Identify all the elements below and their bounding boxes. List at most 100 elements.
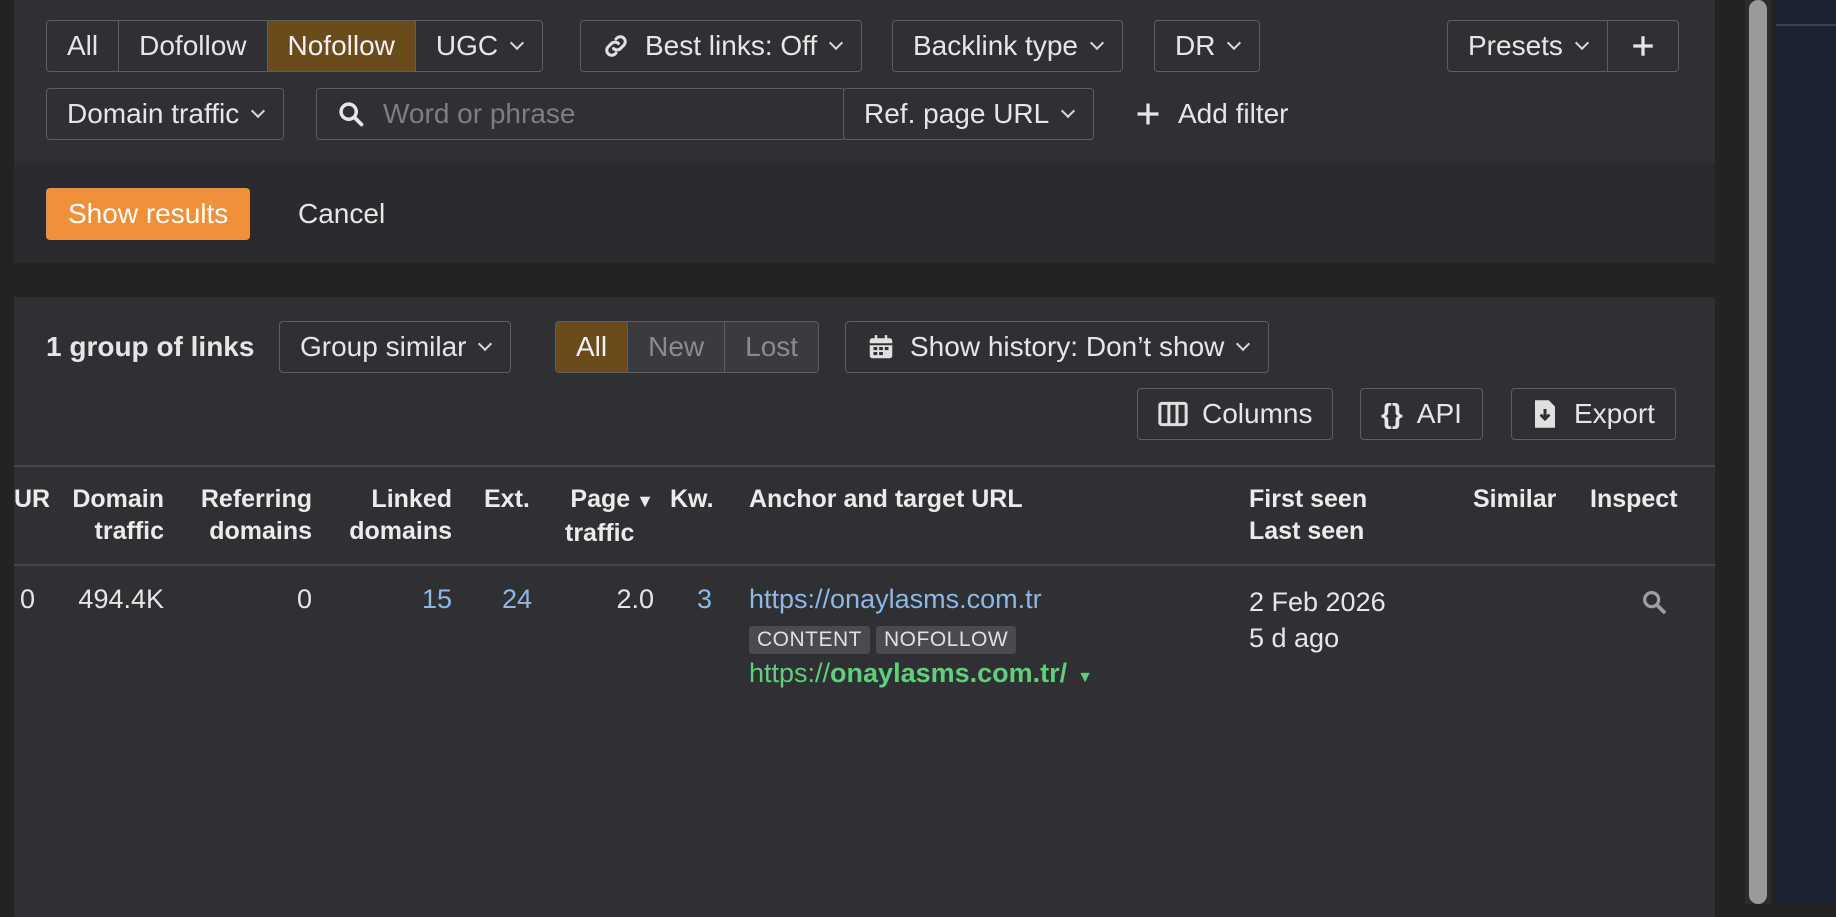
side-divider: [1776, 24, 1836, 26]
presets-label: Presets: [1468, 30, 1563, 61]
dr-dropdown[interactable]: DR: [1154, 20, 1261, 72]
last-seen-value: 5 d ago: [1249, 623, 1340, 653]
export-button[interactable]: Export: [1511, 388, 1676, 440]
header-divider: [14, 564, 1715, 566]
target-url-prefix: https://: [749, 658, 831, 688]
chevron-down-icon: [829, 35, 844, 51]
inspect-button[interactable]: [1640, 588, 1668, 621]
tab-ugc[interactable]: UGC: [416, 21, 542, 71]
table-top-divider: [14, 465, 1715, 467]
header-ext[interactable]: Ext.: [484, 483, 530, 515]
show-results-button[interactable]: Show results: [46, 188, 251, 240]
cell-domain-traffic: 494.4K: [78, 584, 164, 614]
cell-ur: 0: [20, 584, 36, 614]
chevron-down-icon: [1227, 35, 1242, 51]
header-last-seen: Last seen: [1249, 517, 1365, 545]
referring-page-link[interactable]: https://onaylasms.com.tr: [749, 584, 1042, 615]
tab-lost[interactable]: Lost: [725, 322, 819, 372]
side-panel-edge: [1776, 0, 1836, 904]
best-links-label: Best links: Off: [645, 30, 818, 61]
api-button[interactable]: {} API: [1360, 388, 1483, 440]
chevron-down-icon: [510, 35, 525, 51]
header-first-last-seen[interactable]: First seen Last seen: [1249, 483, 1367, 547]
header-referring-domains[interactable]: Referring domains: [184, 483, 312, 547]
ref-page-url-dropdown[interactable]: Ref. page URL: [843, 88, 1095, 140]
search-placeholder: Word or phrase: [383, 98, 576, 129]
best-links-dropdown[interactable]: Best links: Off: [580, 20, 863, 72]
search-icon: [1643, 591, 1666, 614]
cell-page-traffic: 2.0: [616, 584, 654, 614]
add-preset-button[interactable]: [1608, 21, 1678, 71]
header-page-traffic-line2: traffic: [565, 519, 635, 547]
first-seen-value: 2 Feb 2026: [1249, 587, 1386, 617]
header-referring-domains-line2: domains: [209, 517, 312, 545]
header-ur[interactable]: UR: [14, 483, 50, 515]
columns-label: Columns: [1202, 398, 1313, 429]
header-similar: Similar: [1473, 485, 1557, 513]
group-similar-label: Group similar: [300, 331, 467, 362]
chevron-down-icon: [1236, 336, 1251, 352]
plus-icon: [1137, 103, 1159, 125]
sort-desc-icon: ▼: [636, 491, 654, 511]
header-domain-traffic[interactable]: Domain traffic: [64, 483, 164, 547]
header-referring-domains-line1: Referring: [200, 485, 312, 513]
export-label: Export: [1574, 398, 1655, 429]
braces-icon: {}: [1381, 398, 1403, 429]
cancel-button[interactable]: Cancel: [298, 188, 385, 240]
tab-all-results[interactable]: All: [556, 322, 629, 372]
tag-nofollow: NOFOLLOW: [876, 626, 1017, 654]
search-icon: [339, 102, 364, 127]
scrollbar-thumb[interactable]: [1749, 0, 1767, 904]
header-kw[interactable]: Kw.: [670, 483, 714, 515]
backlink-type-label: Backlink type: [913, 30, 1078, 61]
cell-ext[interactable]: 24: [454, 584, 532, 615]
domain-traffic-label: Domain traffic: [67, 98, 240, 129]
chevron-down-icon: [1574, 35, 1590, 51]
domain-traffic-dropdown[interactable]: Domain traffic: [46, 88, 285, 140]
export-icon: [1535, 400, 1555, 428]
add-filter-label: Add filter: [1178, 98, 1289, 129]
backlink-type-dropdown[interactable]: Backlink type: [892, 20, 1123, 72]
ref-page-url-label: Ref. page URL: [864, 98, 1050, 129]
filters-panel: All Dofollow Nofollow UGC Best links: Of…: [14, 0, 1715, 163]
tab-dofollow[interactable]: Dofollow: [119, 21, 268, 71]
cell-linked-domains[interactable]: 15: [334, 584, 452, 615]
api-label: API: [1416, 398, 1462, 429]
results-panel: 1 group of links Group similar All New L…: [14, 297, 1715, 917]
results-tabs: All New Lost: [555, 321, 820, 373]
cell-kw[interactable]: 3: [670, 584, 712, 615]
results-count: 1 group of links: [46, 331, 255, 362]
columns-icon: [1158, 401, 1188, 427]
search-input[interactable]: Word or phrase: [316, 88, 846, 140]
plus-icon: [1633, 36, 1653, 56]
link-tags: CONTENT NOFOLLOW: [749, 622, 1022, 654]
tag-content: CONTENT: [749, 626, 870, 654]
show-results-label: Show results: [68, 198, 229, 229]
show-history-label: Show history: Don’t show: [910, 331, 1225, 362]
presets-group: Presets: [1447, 20, 1679, 72]
presets-dropdown[interactable]: Presets: [1448, 21, 1608, 71]
show-history-dropdown[interactable]: Show history: Don’t show: [845, 321, 1270, 373]
actions-bar: Show results Cancel: [14, 163, 1715, 263]
link-icon: [605, 35, 627, 57]
header-anchor[interactable]: Anchor and target URL: [749, 483, 1023, 515]
header-linked-domains[interactable]: Linked domains: [334, 483, 452, 547]
tab-nofollow[interactable]: Nofollow: [267, 21, 416, 71]
target-url-domain: onaylasms.com.tr/: [830, 658, 1068, 688]
tab-ugc-label: UGC: [435, 30, 499, 61]
target-url-link[interactable]: https://onaylasms.com.tr/ ▼: [749, 658, 1093, 689]
group-similar-dropdown[interactable]: Group similar: [279, 321, 512, 373]
tab-all[interactable]: All: [47, 21, 120, 71]
columns-button[interactable]: Columns: [1137, 388, 1334, 440]
header-page-traffic[interactable]: Page ▼ traffic: [554, 483, 654, 549]
tab-new[interactable]: New: [628, 322, 726, 372]
header-inspect: Inspect: [1590, 485, 1678, 513]
header-first-seen: First seen: [1249, 485, 1368, 513]
header-linked-domains-line1: Linked: [371, 485, 452, 513]
chevron-down-icon: [251, 103, 266, 119]
add-filter-button[interactable]: Add filter: [1134, 88, 1289, 140]
cancel-label: Cancel: [298, 198, 386, 229]
chevron-down-icon: [1089, 35, 1105, 51]
chevron-down-icon: [478, 336, 493, 352]
caret-down-icon[interactable]: ▼: [1077, 669, 1093, 686]
